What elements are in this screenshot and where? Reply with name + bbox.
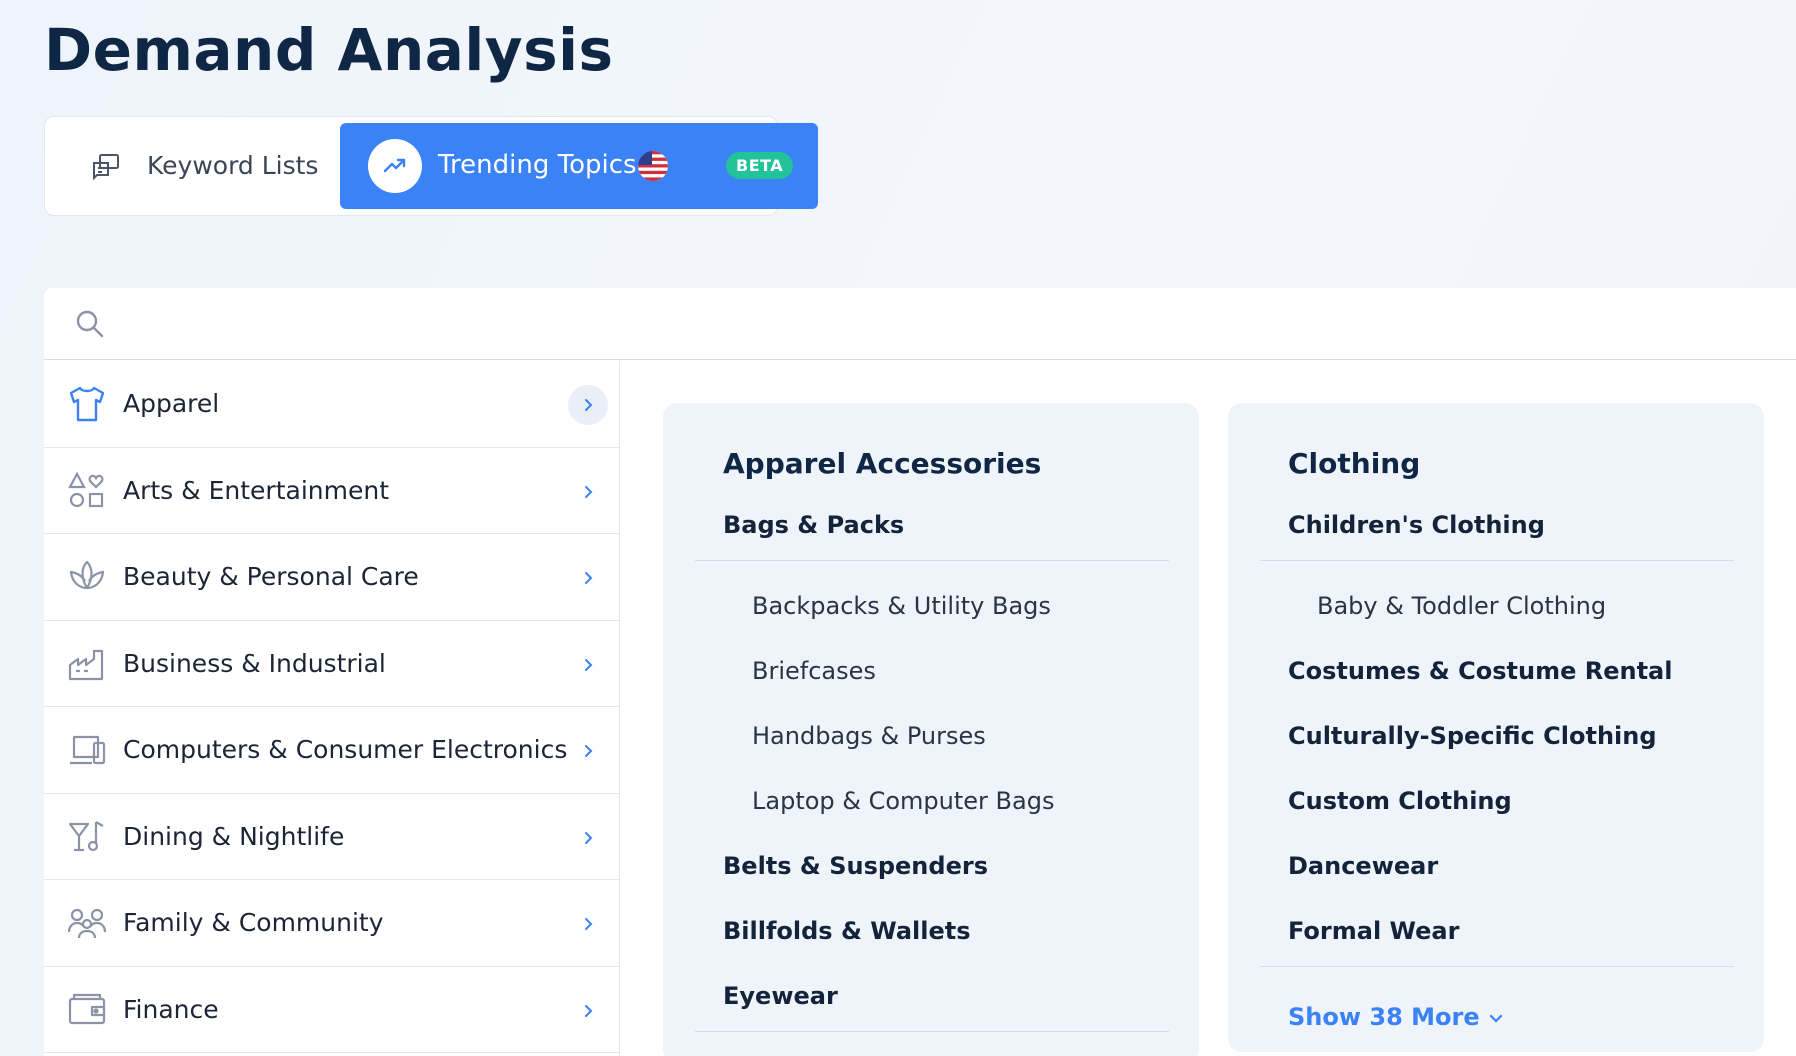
chevron-down-icon [1488, 1003, 1504, 1031]
category-item-computers-consumer-electronics[interactable]: Computers & Consumer Electronics [44, 707, 619, 794]
chevron-right-icon[interactable] [568, 385, 608, 425]
category-label: Beauty & Personal Care [123, 562, 419, 591]
search-input[interactable] [122, 302, 1722, 346]
subcategory-item[interactable]: Baby & Toddler Clothing [1317, 592, 1606, 620]
trending-up-icon [368, 139, 422, 193]
shapes-icon [66, 470, 108, 512]
subcategory-item[interactable]: Handbags & Purses [752, 722, 986, 750]
category-item-apparel[interactable]: Apparel [44, 361, 619, 448]
category-item-dining-nightlife[interactable]: Dining & Nightlife [44, 794, 619, 880]
subcategory-item[interactable]: Children's Clothing [1288, 511, 1545, 539]
devices-icon [66, 729, 108, 771]
us-flag-icon [638, 151, 668, 181]
tab-trending-topics[interactable]: Trending Topics BETA [340, 123, 818, 209]
tab-trending-topics-label: Trending Topics [438, 150, 637, 180]
search-bar [44, 288, 1796, 360]
subcategory-item[interactable]: Laptop & Computer Bags [752, 787, 1054, 815]
category-item-arts-entertainment[interactable]: Arts & Entertainment [44, 448, 619, 534]
subcategory-card-apparel-accessories: Apparel Accessories Bags & Packs Backpac… [663, 403, 1199, 1056]
category-browser: Apparel Arts & Entertainment Beauty & Pe… [44, 288, 1796, 1056]
category-label: Apparel [123, 389, 220, 418]
wallet-icon [66, 989, 108, 1031]
category-label: Arts & Entertainment [123, 475, 389, 505]
chevron-right-icon[interactable] [568, 731, 608, 771]
show-more-button[interactable]: Show 38 More [1288, 1003, 1504, 1031]
chevron-right-icon[interactable] [568, 645, 608, 685]
family-icon [66, 902, 108, 944]
chevron-right-icon[interactable] [568, 558, 608, 598]
tab-keyword-lists[interactable]: Keyword Lists [45, 117, 340, 215]
subcategory-item[interactable]: Backpacks & Utility Bags [752, 592, 1051, 620]
page-title: Demand Analysis [44, 16, 614, 84]
subcategory-item[interactable]: Custom Clothing [1288, 787, 1512, 815]
view-tabs: Keyword Lists Trending Topics BETA [44, 116, 818, 216]
subcategory-item[interactable]: Dancewear [1288, 852, 1438, 880]
chevron-right-icon[interactable] [568, 991, 608, 1031]
category-label: Computers & Consumer Electronics [123, 735, 568, 764]
subcategory-item[interactable]: Culturally-Specific Clothing [1288, 722, 1657, 750]
category-label: Finance [123, 994, 219, 1024]
chevron-right-icon[interactable] [568, 904, 608, 944]
subcategory-item[interactable]: Eyewear [723, 982, 838, 1010]
search-icon [74, 308, 106, 344]
cocktail-music-icon [66, 816, 108, 858]
subcategory-item[interactable]: Bags & Packs [723, 511, 904, 539]
show-more-label: Show 38 More [1288, 1003, 1480, 1031]
card-title: Clothing [1288, 447, 1421, 480]
tab-keyword-lists-label: Keyword Lists [147, 151, 319, 180]
chevron-right-icon[interactable] [568, 472, 608, 512]
subcategory-item[interactable]: Briefcases [752, 657, 876, 685]
subcategory-item[interactable]: Belts & Suspenders [723, 852, 988, 880]
category-item-business-industrial[interactable]: Business & Industrial [44, 621, 619, 707]
beta-badge: BETA [726, 152, 794, 179]
category-item-finance[interactable]: Finance [44, 967, 619, 1053]
divider [1260, 966, 1734, 967]
subcategory-card-clothing: Clothing Children's Clothing Baby & Todd… [1228, 403, 1764, 1052]
factory-icon [66, 643, 108, 685]
lotus-icon [66, 556, 108, 598]
divider [695, 1031, 1169, 1032]
card-title: Apparel Accessories [723, 447, 1042, 480]
category-label: Family & Community [123, 908, 384, 937]
category-item-family-community[interactable]: Family & Community [44, 880, 619, 967]
divider [695, 560, 1169, 561]
keyword-list-icon [91, 151, 121, 185]
category-list: Apparel Arts & Entertainment Beauty & Pe… [44, 361, 620, 1056]
tshirt-icon [66, 383, 108, 425]
chevron-right-icon[interactable] [568, 818, 608, 858]
divider [1260, 560, 1734, 561]
category-label: Business & Industrial [123, 648, 386, 678]
subcategory-item[interactable]: Costumes & Costume Rental [1288, 657, 1672, 685]
category-item-beauty-personal-care[interactable]: Beauty & Personal Care [44, 534, 619, 621]
subcategory-item[interactable]: Formal Wear [1288, 917, 1459, 945]
subcategory-item[interactable]: Billfolds & Wallets [723, 917, 971, 945]
category-label: Dining & Nightlife [123, 821, 345, 851]
